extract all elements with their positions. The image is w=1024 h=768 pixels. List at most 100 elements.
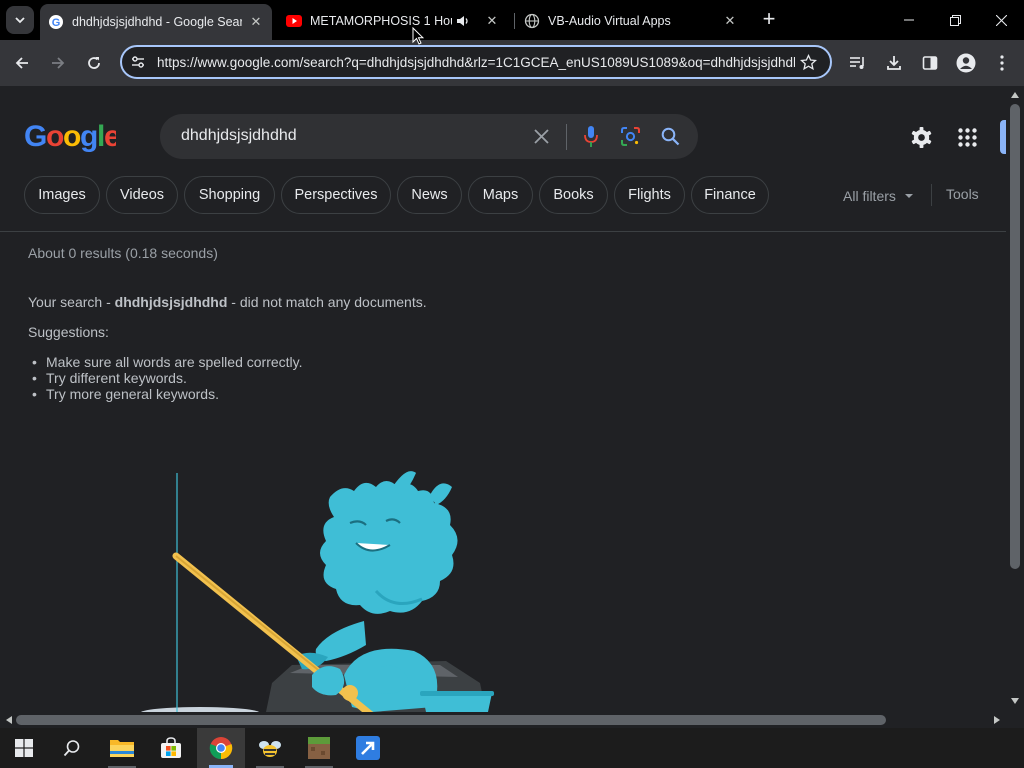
suggestion-item: Try more general keywords. bbox=[28, 386, 303, 402]
svg-text:g: g bbox=[80, 120, 98, 153]
svg-text:e: e bbox=[104, 120, 116, 153]
shortcut-arrow-icon bbox=[356, 736, 380, 760]
browser-toolbar: https://www.google.com/search?q=dhdhjdsj… bbox=[0, 40, 1024, 86]
microsoft-store-icon bbox=[161, 737, 181, 758]
taskbar-chrome[interactable] bbox=[197, 728, 245, 768]
horizontal-scrollbar-thumb[interactable] bbox=[16, 715, 886, 725]
chip-flights[interactable]: Flights bbox=[614, 176, 685, 214]
suggestions-label: Suggestions: bbox=[28, 324, 109, 340]
scroll-down-arrow-icon[interactable] bbox=[1011, 698, 1019, 704]
minimize-button[interactable] bbox=[886, 8, 932, 32]
scroll-up-arrow-icon[interactable] bbox=[1011, 92, 1019, 98]
speaker-icon[interactable] bbox=[456, 14, 470, 28]
no-results-prefix: Your search - bbox=[28, 294, 115, 310]
restore-button[interactable] bbox=[932, 8, 978, 32]
scroll-left-arrow-icon[interactable] bbox=[6, 716, 12, 724]
star-icon[interactable] bbox=[800, 54, 817, 71]
taskbar-microsoft-store[interactable] bbox=[147, 728, 195, 768]
tab-title: VB-Audio Virtual Apps bbox=[548, 14, 671, 28]
google-logo[interactable]: G o o g l e bbox=[24, 118, 116, 154]
chip-perspectives[interactable]: Perspectives bbox=[281, 176, 391, 214]
google-lens-icon[interactable] bbox=[620, 126, 641, 147]
chip-images[interactable]: Images bbox=[24, 176, 100, 214]
back-button[interactable] bbox=[9, 50, 35, 76]
all-filters-label: All filters bbox=[843, 188, 896, 204]
new-tab-button[interactable]: + bbox=[758, 8, 780, 32]
downloads-button[interactable] bbox=[881, 50, 907, 76]
taskbar-shortcut-app[interactable] bbox=[344, 728, 392, 768]
chip-maps[interactable]: Maps bbox=[468, 176, 533, 214]
scroll-right-arrow-icon[interactable] bbox=[994, 716, 1000, 724]
site-info-icon[interactable] bbox=[130, 54, 146, 70]
suggestion-item: Make sure all words are spelled correctl… bbox=[28, 354, 303, 370]
profile-button[interactable] bbox=[953, 50, 979, 76]
taskbar-minecraft[interactable] bbox=[295, 728, 343, 768]
arrow-right-icon bbox=[52, 57, 65, 69]
tools-button[interactable]: Tools bbox=[946, 186, 979, 202]
forward-button[interactable] bbox=[45, 50, 71, 76]
side-panel-button[interactable] bbox=[917, 50, 943, 76]
chip-videos[interactable]: Videos bbox=[106, 176, 178, 214]
menu-button[interactable] bbox=[989, 50, 1015, 76]
start-button[interactable] bbox=[0, 728, 48, 768]
globe-icon bbox=[524, 13, 540, 29]
close-icon[interactable]: ✕ bbox=[484, 13, 500, 29]
address-bar[interactable]: https://www.google.com/search?q=dhdhjdsj… bbox=[120, 45, 832, 79]
taskbar-file-explorer[interactable] bbox=[98, 728, 146, 768]
vertical-scrollbar-thumb[interactable] bbox=[1010, 104, 1020, 569]
chevron-down-icon bbox=[15, 17, 25, 24]
reload-icon bbox=[88, 57, 100, 69]
plus-icon: + bbox=[762, 6, 776, 31]
more-vertical-icon bbox=[1000, 55, 1004, 71]
svg-text:G: G bbox=[52, 17, 61, 29]
tab-vb-audio[interactable]: VB-Audio Virtual Apps ✕ bbox=[516, 6, 748, 36]
google-apps-icon[interactable] bbox=[958, 128, 977, 147]
url-text[interactable]: https://www.google.com/search?q=dhdhjdsj… bbox=[157, 55, 795, 70]
close-window-button[interactable] bbox=[978, 8, 1024, 32]
search-input[interactable]: dhdhjdsjsjdhdhd bbox=[181, 127, 297, 145]
chip-finance[interactable]: Finance bbox=[691, 176, 769, 214]
tab-search-button[interactable] bbox=[6, 6, 34, 34]
close-icon[interactable]: ✕ bbox=[248, 14, 264, 30]
search-icon[interactable] bbox=[661, 127, 680, 146]
search-results-page: G o o g l e dhdhjdsjsjdhdhd Images Video… bbox=[0, 86, 1006, 712]
windows-taskbar bbox=[0, 728, 1024, 768]
search-box[interactable]: dhdhjdsjsjdhdhd bbox=[160, 114, 698, 159]
result-stats: About 0 results (0.18 seconds) bbox=[28, 245, 218, 261]
mouse-cursor-icon bbox=[412, 27, 424, 45]
vertical-scrollbar[interactable] bbox=[1006, 86, 1024, 712]
close-icon[interactable]: ✕ bbox=[722, 13, 738, 29]
chip-books[interactable]: Books bbox=[539, 176, 608, 214]
header-divider bbox=[0, 231, 1006, 232]
all-filters-button[interactable]: All filters bbox=[843, 186, 914, 206]
filters-divider bbox=[931, 184, 932, 206]
reload-button[interactable] bbox=[81, 50, 107, 76]
download-icon bbox=[887, 56, 901, 70]
side-panel-icon bbox=[922, 56, 938, 70]
settings-gear-icon[interactable] bbox=[910, 126, 933, 149]
chip-shopping[interactable]: Shopping bbox=[184, 176, 275, 214]
caret-down-icon bbox=[904, 194, 913, 198]
horizontal-scrollbar[interactable] bbox=[0, 712, 1006, 728]
taskbar-bee-app[interactable] bbox=[246, 728, 294, 768]
svg-text:o: o bbox=[63, 120, 81, 153]
svg-text:o: o bbox=[46, 120, 64, 153]
chrome-icon bbox=[209, 737, 233, 760]
media-controls-button[interactable] bbox=[845, 50, 871, 76]
windows-start-icon bbox=[15, 739, 33, 757]
tab-google-search[interactable]: G dhdhjdsjsjdhdhd - Google Search ✕ bbox=[40, 4, 272, 40]
tab-title: METAMORPHOSIS 1 Hour 🔥 bbox=[310, 13, 452, 28]
search-icon bbox=[63, 740, 80, 757]
tab-strip: G dhdhjdsjsjdhdhd - Google Search ✕ META… bbox=[0, 0, 1024, 40]
tab-separator bbox=[514, 13, 515, 29]
svg-text:G: G bbox=[24, 120, 47, 153]
taskbar-search-button[interactable] bbox=[48, 728, 96, 768]
no-results-message: Your search - dhdhjdsjsjdhdhd - did not … bbox=[28, 294, 427, 310]
microphone-icon[interactable] bbox=[583, 125, 599, 148]
chip-news[interactable]: News bbox=[397, 176, 462, 214]
bee-app-icon bbox=[259, 741, 281, 757]
clear-icon[interactable] bbox=[533, 128, 550, 145]
tab-youtube[interactable]: METAMORPHOSIS 1 Hour 🔥 ✕ bbox=[278, 6, 510, 36]
fishing-monster-illustration bbox=[140, 471, 494, 712]
arrow-left-icon bbox=[15, 57, 28, 69]
